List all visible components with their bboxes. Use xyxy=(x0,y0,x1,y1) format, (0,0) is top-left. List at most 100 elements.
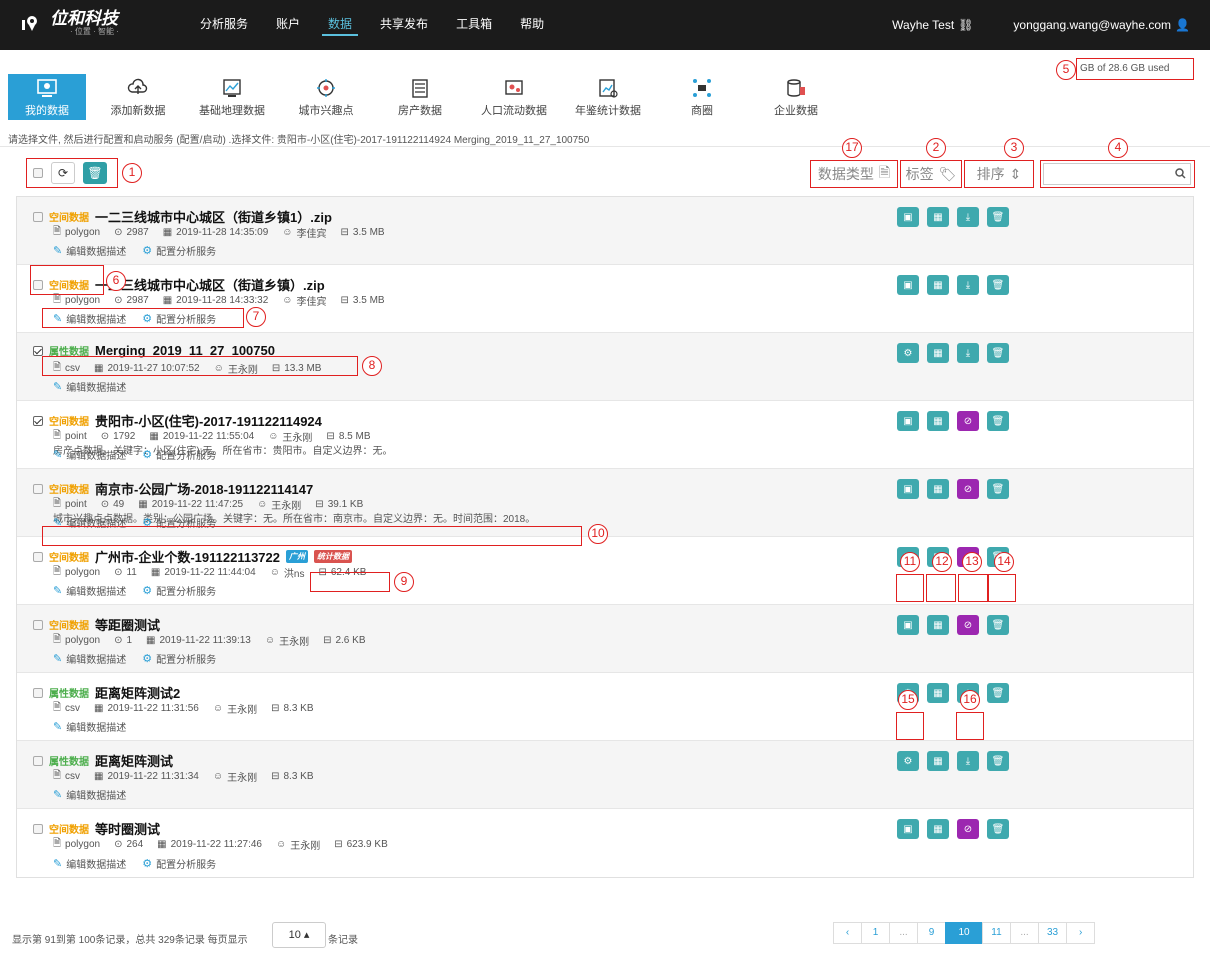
table-row[interactable]: 属性数据 距离矩阵测试2 🗎 csv ▦ 2019-11-22 11:31:56 ☺… xyxy=(17,673,1193,741)
delete-button[interactable]: 🗑 xyxy=(987,683,1009,703)
edit-description-link[interactable]: ✎ 编辑数据描述 xyxy=(53,856,126,871)
nav-toolbox[interactable]: 工具箱 xyxy=(442,0,506,50)
page-link[interactable]: 1 xyxy=(861,922,890,944)
row-checkbox[interactable] xyxy=(33,755,43,766)
config-service-link[interactable]: ⚙ 配置分析服务 xyxy=(142,651,216,666)
page-size-select[interactable]: 10 ▴ xyxy=(272,922,326,948)
table-row[interactable]: 空间数据 等距圈测试 🗎 polygon ⊙ 1 ▦ 2019-11-22 11:39… xyxy=(17,605,1193,673)
map-preview-button[interactable]: ▣ xyxy=(897,819,919,839)
map-preview-button[interactable]: ▣ xyxy=(897,275,919,295)
delete-button[interactable]: 🗑 xyxy=(987,275,1009,295)
settings-button[interactable]: ⚙ xyxy=(897,751,919,771)
row-checkbox[interactable] xyxy=(33,415,43,426)
next-page-button[interactable]: › xyxy=(1066,922,1096,944)
edit-description-link[interactable]: ✎ 编辑数据描述 xyxy=(53,379,126,394)
config-service-link[interactable]: ⚙ 配置分析服务 xyxy=(142,243,216,258)
delete-button[interactable]: 🗑 xyxy=(987,411,1009,431)
tile-business-district[interactable]: 商圈 xyxy=(664,74,740,120)
map-preview-button[interactable]: ▣ xyxy=(897,615,919,635)
page-link[interactable]: 9 xyxy=(917,922,946,944)
brand[interactable]: 位和科技 · 位置 · 智能 · xyxy=(20,10,119,36)
data-type-filter[interactable]: 数据类型 🗎 xyxy=(810,160,898,188)
map-preview-button[interactable]: ▣ xyxy=(897,207,919,227)
select-all-checkbox[interactable] xyxy=(33,168,43,178)
page-link[interactable]: 11 xyxy=(982,922,1011,944)
disable-service-button[interactable]: ⊘ xyxy=(957,615,979,635)
tile-real-estate[interactable]: 房产数据 xyxy=(382,74,458,120)
current-page[interactable]: 10 xyxy=(945,922,983,944)
download-button[interactable]: ⤓ xyxy=(957,343,979,363)
region-badge[interactable]: 广州 xyxy=(285,550,308,563)
nav-share-publish[interactable]: 共享发布 xyxy=(366,0,442,50)
delete-button[interactable]: 🗑 xyxy=(987,819,1009,839)
table-view-button[interactable]: ▦ xyxy=(927,615,949,635)
search-icon[interactable] xyxy=(1175,168,1186,182)
map-preview-button[interactable]: ▣ xyxy=(897,411,919,431)
row-checkbox[interactable] xyxy=(33,619,43,630)
config-service-link[interactable]: ⚙ 配置分析服务 xyxy=(142,856,216,871)
download-button[interactable]: ⤓ xyxy=(957,275,979,295)
tile-my-data[interactable]: 我的数据 xyxy=(8,74,86,120)
row-checkbox[interactable] xyxy=(33,687,43,698)
delete-button[interactable]: 🗑 xyxy=(987,751,1009,771)
delete-button[interactable]: 🗑 xyxy=(987,207,1009,227)
nav-account[interactable]: 账户 xyxy=(262,0,314,50)
table-row[interactable]: 空间数据 广州市-企业个数-191122113722 广州 统计数据 🗎 poly… xyxy=(17,537,1193,605)
row-checkbox[interactable] xyxy=(33,551,43,562)
edit-description-link[interactable]: ✎ 编辑数据描述 xyxy=(53,719,126,734)
table-row[interactable]: 空间数据 等时圈测试 🗎 polygon ⊙ 264 ▦ 2019-11-22 11:… xyxy=(17,809,1193,877)
page-link[interactable]: 33 xyxy=(1038,922,1068,944)
download-button[interactable]: ⤓ xyxy=(957,207,979,227)
delete-button[interactable]: 🗑 xyxy=(987,479,1009,499)
nav-analysis-service[interactable]: 分析服务 xyxy=(186,0,262,50)
search-input[interactable] xyxy=(1043,163,1191,185)
table-row[interactable]: 空间数据 一二三线城市中心城区（街道乡镇1）.zip 🗎 polygon ⊙ 298… xyxy=(17,197,1193,265)
table-row[interactable]: 属性数据 距离矩阵测试 🗎 csv ▦ 2019-11-22 11:31:34 ☺ 王… xyxy=(17,741,1193,809)
nav-help[interactable]: 帮助 xyxy=(506,0,558,50)
table-view-button[interactable]: ▦ xyxy=(927,683,949,703)
tile-label: 年鉴统计数据 xyxy=(575,105,641,117)
edit-description-link[interactable]: ✎ 编辑数据描述 xyxy=(53,583,126,598)
map-preview-button[interactable]: ▣ xyxy=(897,479,919,499)
disable-service-button[interactable]: ⊘ xyxy=(957,411,979,431)
table-view-button[interactable]: ▦ xyxy=(927,751,949,771)
tile-population-flow[interactable]: 人口流动数据 xyxy=(476,74,552,120)
sort-dropdown[interactable]: 排序 ⇕ xyxy=(964,160,1034,188)
org-menu[interactable]: Wayhe Test ⛓ xyxy=(892,18,973,32)
table-view-button[interactable]: ▦ xyxy=(927,343,949,363)
tile-city-poi[interactable]: 城市兴趣点 xyxy=(288,74,364,120)
table-view-button[interactable]: ▦ xyxy=(927,411,949,431)
disable-service-button[interactable]: ⊘ xyxy=(957,479,979,499)
bulk-delete-button[interactable]: 🗑 xyxy=(83,162,107,184)
prev-page-button[interactable]: ‹ xyxy=(833,922,862,944)
table-row[interactable]: 空间数据 贵阳市-小区(住宅)-2017-191122114924 🗎 point… xyxy=(17,401,1193,469)
delete-button[interactable]: 🗑 xyxy=(987,615,1009,635)
row-checkbox[interactable] xyxy=(33,211,43,222)
row-checkbox[interactable] xyxy=(33,823,43,834)
table-view-button[interactable]: ▦ xyxy=(927,479,949,499)
disable-service-button[interactable]: ⊘ xyxy=(957,819,979,839)
tile-enterprise[interactable]: 企业数据 xyxy=(758,74,834,120)
table-view-button[interactable]: ▦ xyxy=(927,275,949,295)
edit-description-link[interactable]: ✎ 编辑数据描述 xyxy=(53,447,126,462)
tag-filter[interactable]: 标签 🏷 xyxy=(900,160,962,188)
row-checkbox[interactable] xyxy=(33,345,43,356)
row-checkbox[interactable] xyxy=(33,483,43,494)
edit-description-link[interactable]: ✎ 编辑数据描述 xyxy=(53,787,126,802)
config-service-link[interactable]: ⚙ 配置分析服务 xyxy=(142,583,216,598)
user-menu[interactable]: yonggang.wang@wayhe.com 👤 xyxy=(1013,18,1190,32)
edit-description-link[interactable]: ✎ 编辑数据描述 xyxy=(53,651,126,666)
nav-data[interactable]: 数据 xyxy=(314,0,366,50)
refresh-button[interactable]: ⟳ xyxy=(51,162,75,184)
table-view-button[interactable]: ▦ xyxy=(927,819,949,839)
config-service-link[interactable]: ⚙ 配置分析服务 xyxy=(142,447,216,462)
tile-yearbook[interactable]: 年鉴统计数据 xyxy=(570,74,646,120)
settings-button[interactable]: ⚙ xyxy=(897,343,919,363)
tile-basic-geo[interactable]: 基础地理数据 xyxy=(194,74,270,120)
delete-button[interactable]: 🗑 xyxy=(987,343,1009,363)
table-view-button[interactable]: ▦ xyxy=(927,207,949,227)
tile-add-data[interactable]: 添加新数据 xyxy=(100,74,176,120)
download-button[interactable]: ⤓ xyxy=(957,751,979,771)
category-badge[interactable]: 统计数据 xyxy=(313,550,352,563)
edit-description-link[interactable]: ✎ 编辑数据描述 xyxy=(53,243,126,258)
